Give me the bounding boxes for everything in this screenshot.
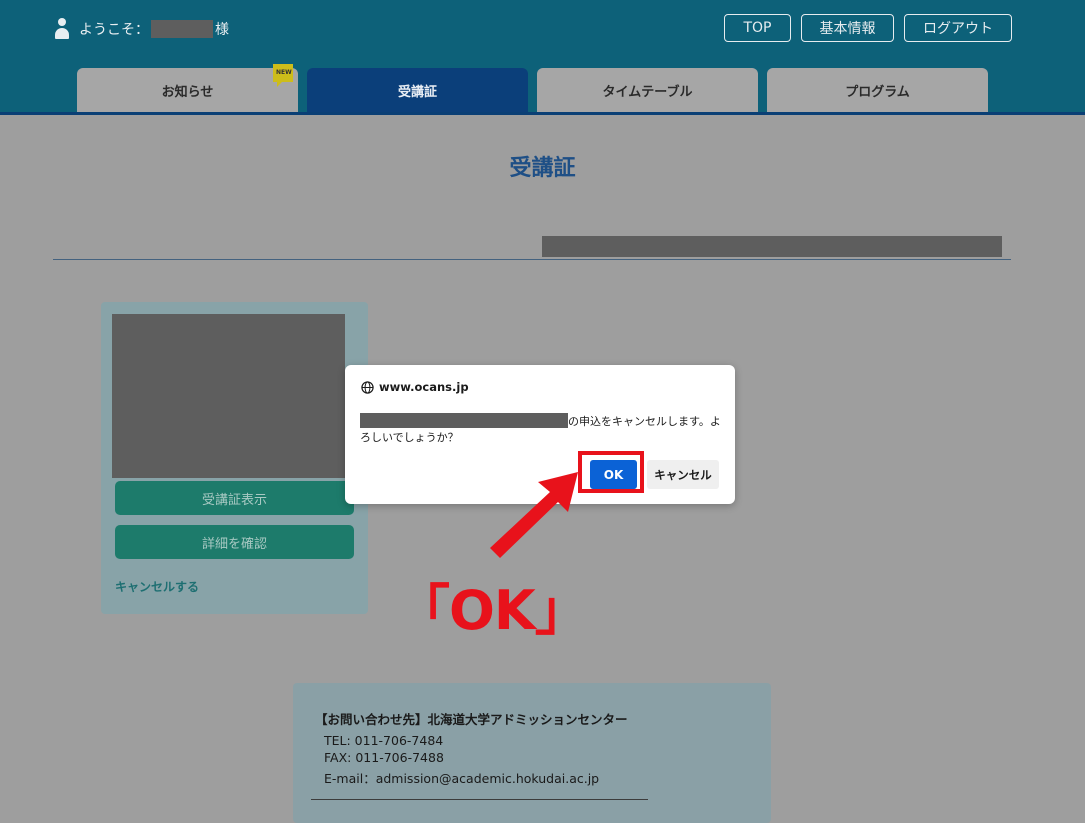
tab-program-label: プログラム: [845, 84, 910, 100]
contact-email: E-mail：admission@academic.hokudai.ac.jp: [324, 771, 600, 786]
tab-certificate-label: 受講証: [397, 84, 437, 100]
welcome-prefix: ようこそ：: [79, 22, 149, 38]
dialog-cancel-button[interactable]: キャンセル: [647, 460, 719, 489]
tab-notices[interactable]: お知らせ NEW: [77, 64, 298, 112]
show-certificate-button[interactable]: 受講証表示: [115, 481, 354, 515]
page-title: 受講証: [509, 156, 576, 181]
contact-tel: TEL: 011-706-7484: [324, 733, 444, 748]
title-divider: [53, 259, 1011, 260]
pointer-arrow-icon: [490, 472, 578, 558]
welcome-suffix: 様: [215, 22, 229, 38]
dialog-message: の申込をキャンセルします。よろしいでしょうか？: [360, 413, 726, 446]
view-details-button[interactable]: 詳細を確認: [115, 525, 354, 559]
header-divider: [0, 112, 1085, 115]
contact-title: 【お問い合わせ先】北海道大学アドミッションセンター: [315, 712, 628, 727]
footer-divider: [311, 799, 648, 800]
tab-program[interactable]: プログラム: [767, 68, 988, 112]
tab-timetable[interactable]: タイムテーブル: [537, 68, 758, 112]
contact-footer: 【お問い合わせ先】北海道大学アドミッションセンター TEL: 011-706-7…: [293, 683, 771, 823]
logout-button[interactable]: ログアウト: [904, 14, 1012, 42]
contact-fax: FAX: 011-706-7488: [324, 750, 444, 765]
welcome-message: ようこそ： 様: [55, 18, 229, 40]
new-badge: NEW: [273, 64, 293, 87]
redacted-username: [151, 20, 213, 38]
basic-info-button[interactable]: 基本情報: [801, 14, 894, 42]
top-button[interactable]: TOP: [724, 14, 791, 42]
redacted-program-title: [360, 413, 568, 428]
dialog-host-text: www.ocans.jp: [379, 380, 469, 394]
certificate-card: 受講証表示 詳細を確認 キャンセルする: [101, 302, 368, 614]
globe-icon: [361, 380, 374, 394]
tab-certificate[interactable]: 受講証: [307, 68, 528, 112]
cancel-link[interactable]: キャンセルする: [115, 578, 199, 595]
redacted-program-name: [542, 236, 1002, 257]
tab-timetable-label: タイムテーブル: [602, 84, 693, 100]
dialog-host: www.ocans.jp: [361, 380, 469, 394]
ok-callout: 「OK」: [396, 579, 589, 642]
user-icon: [55, 18, 69, 40]
new-badge-text: NEW: [276, 69, 292, 76]
tab-notices-label: お知らせ: [161, 84, 214, 100]
redacted-photo: [112, 314, 345, 478]
